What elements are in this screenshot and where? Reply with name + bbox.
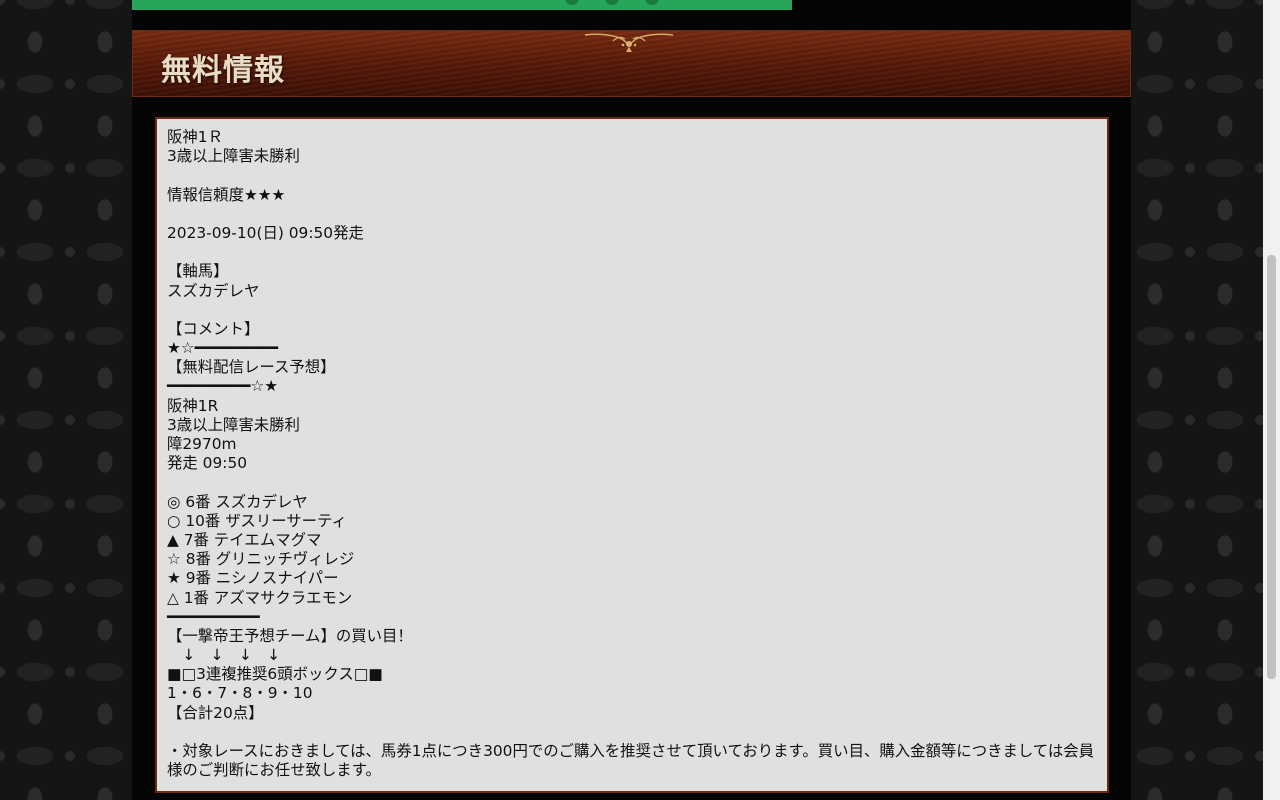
post-line: 障2970m [167, 435, 237, 453]
free-info-post: 阪神1Ｒ 3歳以上障害未勝利 情報信頼度★★★ 2023-09-10(日) 09:… [155, 117, 1109, 793]
post-body: 阪神1Ｒ 3歳以上障害未勝利 情報信頼度★★★ 2023-09-10(日) 09:… [167, 128, 1097, 780]
section-title: 無料情報 [161, 53, 285, 88]
post-line: ・対象レースにおきましては、馬券1点につき300円でのご購入を推奨させて頂いてお… [167, 742, 1095, 780]
post-line: ↓ ↓ ↓ ↓ [167, 646, 281, 665]
post-line: 【軸馬】 [167, 262, 229, 281]
post-line: ◎ 6番 スズカデレヤ [167, 492, 308, 511]
post-line: 阪神1Ｒ [167, 128, 223, 146]
top-banner[interactable] [132, 0, 792, 10]
post-line: ▲ 7番 テイエムマグマ [167, 530, 322, 549]
post-line: 1・6・7・8・9・10 [167, 684, 313, 703]
post-line: ★☆━━━━━━━━━ [167, 339, 278, 358]
post-line: 3歳以上障害未勝利 [167, 415, 300, 434]
post-line: 【無料配信レース予想】 [167, 358, 336, 377]
ornament-icon [584, 33, 674, 52]
post-line: △ 1番 アズマサクラエモン [167, 588, 353, 607]
post-line: ━━━━━━━━━☆★ [167, 377, 278, 396]
post-line: ☆ 8番 グリニッチヴィレジ [167, 550, 355, 569]
post-line: 情報信頼度★★★ [167, 185, 286, 204]
post-line: 阪神1R [167, 396, 219, 415]
main-content-column: 無料情報 阪神1Ｒ 3歳以上障害未勝利 情報信頼度★★★ 2023-09-10(日… [132, 0, 1131, 800]
banner-decoration [565, 0, 659, 5]
post-line: ━━━━━━━━━━ [167, 607, 260, 626]
scrollbar-thumb[interactable] [1267, 255, 1276, 679]
post-line: 発走 09:50 [167, 454, 248, 473]
post-line: ○ 10番 ザスリーサーティ [167, 511, 347, 530]
post-line: 2023-09-10(日) 09:50発走 [167, 223, 364, 242]
post-line: 【コメント】 [167, 319, 260, 338]
section-header: 無料情報 [132, 30, 1131, 97]
post-line: ★ 9番 ニシノスナイパー [167, 569, 339, 588]
post-line: 3歳以上障害未勝利 [167, 147, 300, 166]
post-line: ■□3連複推奨6頭ボックス□■ [167, 665, 383, 684]
page-scrollbar[interactable] [1263, 0, 1280, 800]
post-line: スズカデレヤ [167, 281, 260, 300]
post-line: 【一撃帝王予想チーム】の買い目！ [167, 626, 413, 645]
post-line: 【合計20点】 [167, 703, 264, 722]
